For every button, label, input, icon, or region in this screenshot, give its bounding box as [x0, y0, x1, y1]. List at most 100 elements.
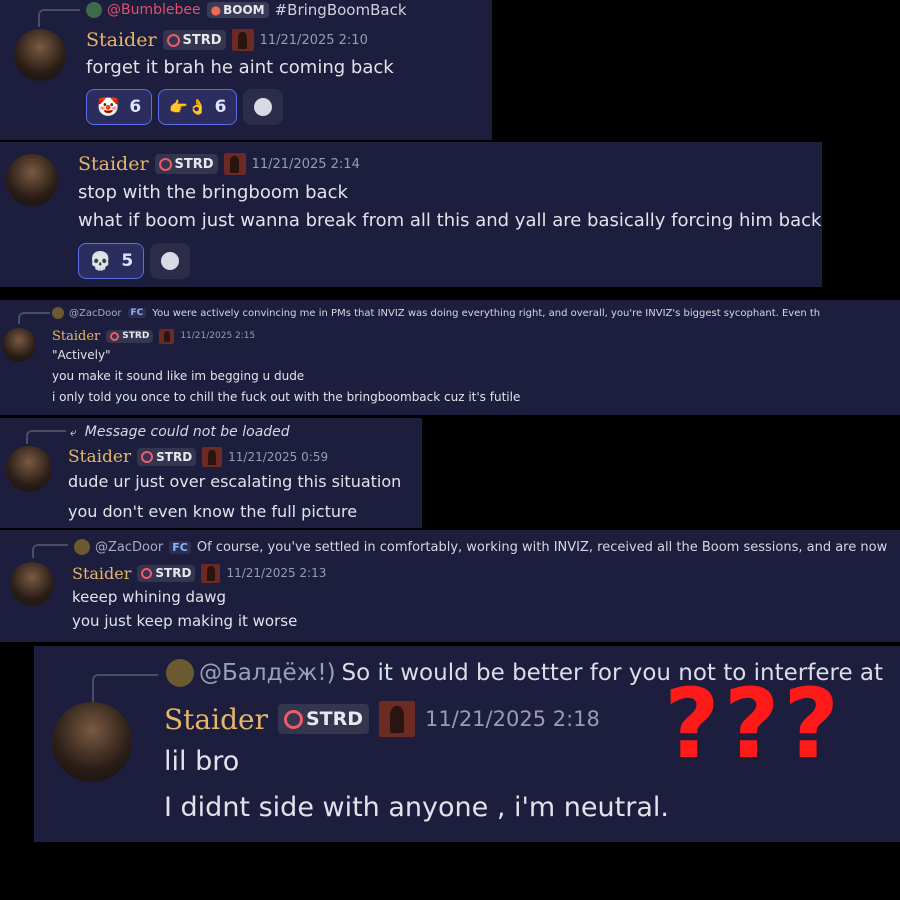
role-icon: [231, 29, 254, 51]
avatar[interactable]: [6, 446, 52, 492]
reply-spine: [18, 312, 50, 324]
reply-mention[interactable]: @ZacDoor: [69, 308, 122, 319]
reply-avatar: [166, 659, 194, 687]
timestamp: 11/21/2025 2:10: [259, 32, 368, 48]
username[interactable]: Staider: [72, 564, 131, 583]
reply-spine: [32, 544, 68, 558]
reaction-clown[interactable]: 🤡 6: [86, 89, 153, 125]
username[interactable]: Staider: [164, 703, 268, 736]
message-text: you make it sound like im begging u dude: [52, 369, 305, 383]
reactions-bar: 🤡 6 👉👌 6: [86, 89, 289, 125]
reaction-count: 6: [214, 97, 227, 117]
reply-text: #BringBoomBack: [274, 1, 407, 19]
reactions-bar: 💀 5: [78, 243, 196, 279]
reply-mention[interactable]: @Bumblebee: [107, 2, 201, 18]
timestamp: 11/21/2025 2:14: [251, 156, 360, 172]
fire-icon: ●: [210, 3, 222, 17]
reply-role-tag: FC: [127, 308, 147, 318]
reply-avatar: [74, 539, 90, 555]
message-header: Staider STRD 11/21/2025 0:59: [68, 446, 334, 468]
role-icon: [223, 153, 246, 175]
reply-spine: [26, 430, 66, 444]
reply-tag-label: BOOM: [223, 3, 265, 17]
message-text: I didnt side with anyone , i'm neutral.: [164, 792, 669, 823]
avatar[interactable]: [10, 562, 54, 606]
skull-icon: 💀: [89, 250, 112, 272]
reply-avatar: [52, 307, 64, 319]
reply-spine: [92, 674, 158, 702]
reply-text: Of course, you've settled in comfortably…: [196, 539, 888, 555]
message-header: Staider STRD 11/21/2025 2:13: [72, 563, 332, 583]
avatar[interactable]: [6, 154, 58, 206]
reply-mention[interactable]: @ZacDoor: [95, 540, 163, 555]
message-panel-3: @ZacDoor FC You were actively convincing…: [0, 300, 900, 415]
username[interactable]: Staider: [68, 447, 131, 467]
message-text: you just keep making it worse: [72, 612, 298, 630]
username[interactable]: Staider: [52, 329, 100, 344]
reaction-count: 5: [121, 251, 134, 271]
reply-text: You were actively convincing me in PMs t…: [152, 307, 821, 319]
clan-tag-label: STRD: [174, 156, 214, 172]
reply-role-tag: FC: [169, 540, 191, 554]
message-panel-2: Staider STRD 11/21/2025 2:14 stop with t…: [0, 142, 822, 287]
smile-icon: [161, 252, 180, 270]
clan-tag: STRD: [137, 448, 197, 466]
hand-sign-icon: 👉👌: [169, 98, 207, 116]
clan-tag: STRD: [154, 154, 218, 174]
reply-text: Message could not be loaded: [84, 424, 290, 440]
message-header: Staider STRD 11/21/2025 2:18: [164, 700, 606, 738]
message-header: Staider STRD 11/21/2025 2:10: [86, 28, 374, 52]
timestamp: 11/21/2025 2:13: [226, 566, 327, 580]
timestamp: 11/21/2025 2:18: [425, 707, 600, 731]
clan-tag-label: STRD: [182, 32, 222, 48]
clan-tag: STRD: [162, 30, 226, 50]
ring-icon: [166, 33, 180, 47]
clan-tag: STRD: [137, 564, 196, 582]
avatar[interactable]: [2, 328, 36, 362]
reply-preview[interactable]: ⤶ Message could not be loaded: [70, 422, 290, 442]
reply-role-tag: ● BOOM: [206, 2, 269, 18]
role-icon: [379, 701, 416, 737]
message-panel-6: @Балдёж!) So it would be better for you …: [34, 646, 900, 842]
add-reaction-button[interactable]: [150, 243, 191, 279]
clan-tag-label: STRD: [122, 331, 150, 341]
message-text: what if boom just wanna break from all t…: [78, 210, 822, 231]
reply-spine: [38, 9, 80, 27]
ring-icon: [158, 157, 172, 171]
smile-icon: [254, 98, 273, 116]
reply-mention[interactable]: @Балдёж!): [199, 660, 336, 686]
reaction-count: 6: [129, 97, 142, 117]
reply-preview[interactable]: @ZacDoor FC You were actively convincing…: [52, 306, 820, 320]
clown-face-icon: 🤡: [97, 96, 120, 118]
message-header: Staider STRD 11/21/2025 2:14: [78, 152, 366, 176]
avatar[interactable]: [14, 29, 66, 81]
avatar[interactable]: [52, 702, 132, 782]
clan-tag-label: STRD: [155, 566, 192, 580]
message-text: dude ur just over escalating this situat…: [68, 472, 402, 491]
message-text: stop with the bringboom back: [78, 182, 348, 203]
reply-preview[interactable]: @ZacDoor FC Of course, you've settled in…: [74, 538, 887, 556]
username[interactable]: Staider: [78, 153, 149, 175]
message-header: Staider STRD 11/21/2025 2:15: [52, 327, 261, 345]
ring-icon: [110, 331, 120, 341]
message-text: i only told you once to chill the fuck o…: [52, 390, 521, 404]
reply-preview[interactable]: @Bumblebee ● BOOM #BringBoomBack: [86, 0, 407, 20]
timestamp: 11/21/2025 2:15: [180, 331, 256, 341]
reaction-skull[interactable]: 💀 5: [78, 243, 145, 279]
message-panel-5: @ZacDoor FC Of course, you've settled in…: [0, 530, 900, 642]
message-text: keeep whining dawg: [72, 588, 227, 606]
ring-icon: [283, 709, 303, 729]
ring-icon: [141, 567, 153, 579]
role-icon: [201, 563, 221, 583]
role-icon: [159, 328, 175, 344]
reaction-hand[interactable]: 👉👌 6: [158, 89, 238, 125]
clan-tag: STRD: [106, 329, 154, 343]
message-panel-4: ⤶ Message could not be loaded Staider ST…: [0, 418, 422, 528]
message-text: "Actively": [52, 348, 111, 362]
clan-tag-label: STRD: [156, 450, 193, 464]
timestamp: 11/21/2025 0:59: [228, 450, 329, 464]
add-reaction-button[interactable]: [243, 89, 284, 125]
reply-arrow-icon: ⤶: [70, 424, 77, 439]
username[interactable]: Staider: [86, 29, 157, 51]
reply-avatar: [86, 2, 102, 18]
